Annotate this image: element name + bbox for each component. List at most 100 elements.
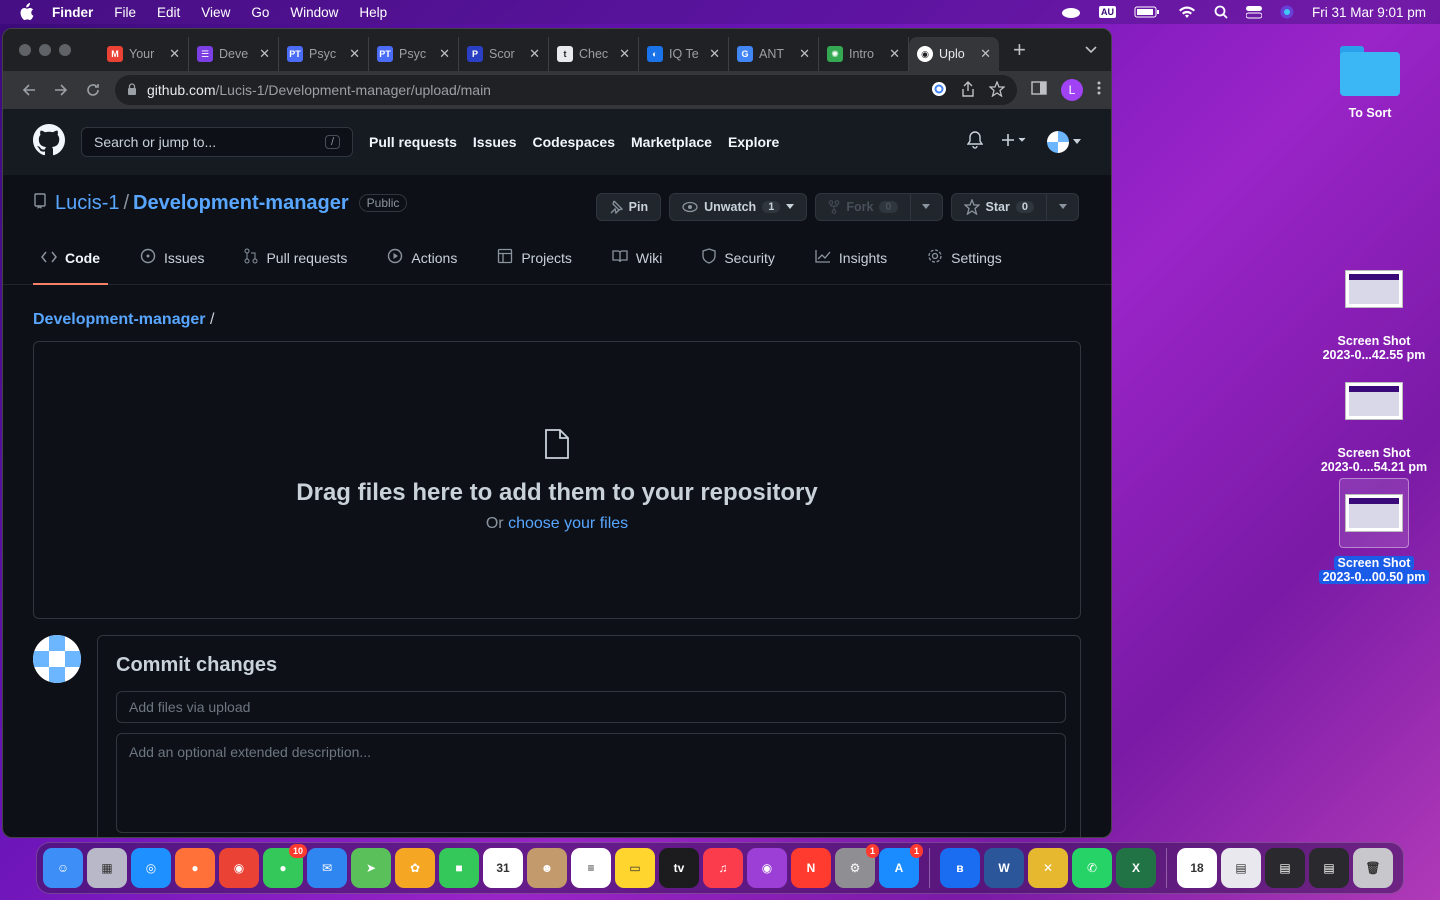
dock-trash-icon[interactable]: 🗑	[1353, 848, 1393, 888]
tab-close-icon[interactable]: ✕	[439, 46, 450, 62]
dock-app-store-icon[interactable]: A1	[879, 844, 923, 888]
unwatch-button[interactable]: Unwatch 1	[669, 193, 808, 221]
siri-icon[interactable]	[1280, 5, 1294, 19]
dock-launchpad-icon[interactable]: ▦	[87, 848, 127, 888]
tab-close-icon[interactable]: ✕	[980, 46, 991, 62]
nav-issues[interactable]: Issues	[473, 134, 517, 150]
menu-go[interactable]: Go	[251, 5, 269, 20]
repo-tab-projects[interactable]: Projects	[489, 231, 580, 284]
control-center-icon[interactable]	[1245, 5, 1262, 19]
browser-tab[interactable]: M Your ✕	[99, 37, 189, 71]
commit-description-textarea[interactable]: Add an optional extended description...	[116, 733, 1066, 833]
file-dropzone[interactable]: Drag files here to add them to your repo…	[33, 341, 1081, 619]
user-menu[interactable]	[1047, 131, 1081, 153]
dock-music-icon[interactable]: ♫	[703, 848, 743, 888]
share-icon[interactable]	[961, 80, 975, 100]
repo-tab-code[interactable]: Code	[33, 231, 108, 285]
nav-codespaces[interactable]: Codespaces	[533, 134, 615, 150]
dock-utility-icon[interactable]: ✕	[1028, 848, 1068, 888]
forward-arrow-icon[interactable]	[45, 83, 77, 97]
browser-tab[interactable]: PT Psyc ✕	[279, 37, 369, 71]
github-search-input[interactable]: Search or jump to... /	[81, 127, 353, 157]
dock-finder-icon[interactable]: ☺	[43, 848, 83, 888]
google-lens-icon[interactable]	[931, 81, 947, 100]
create-new-plus-icon[interactable]	[1001, 133, 1029, 152]
dock-stack-3-icon[interactable]: ▤	[1309, 848, 1349, 888]
fork-button[interactable]: Fork 0	[815, 193, 943, 221]
star-dropdown-caret-icon[interactable]	[1046, 194, 1078, 220]
side-panel-icon[interactable]	[1031, 80, 1047, 100]
nav-marketplace[interactable]: Marketplace	[631, 134, 712, 150]
user-avatar[interactable]	[1047, 131, 1069, 153]
dock-whatsapp-icon[interactable]: ✆	[1072, 848, 1112, 888]
dock-calendar-doc-icon[interactable]: 18	[1177, 848, 1217, 888]
menu-view[interactable]: View	[201, 5, 230, 20]
apple-icon[interactable]	[18, 3, 36, 21]
browser-tab[interactable]: ☰ Deve ✕	[189, 37, 279, 71]
browser-tab[interactable]: ◉ Uplo ✕	[909, 37, 999, 71]
menu-clock[interactable]: Fri 31 Mar 9:01 pm	[1312, 5, 1426, 20]
dock-maps-icon[interactable]: ➤	[351, 848, 391, 888]
repo-owner-link[interactable]: Lucis-1	[55, 192, 119, 215]
dock-messages-icon[interactable]: ● 10	[263, 844, 307, 888]
profile-avatar[interactable]: L	[1061, 79, 1083, 101]
input-source-indicator[interactable]: AU	[1098, 6, 1116, 18]
menu-help[interactable]: Help	[359, 5, 387, 20]
desktop-folder-to-sort[interactable]: To Sort	[1305, 46, 1435, 120]
tab-search-chevron-icon[interactable]	[1085, 41, 1097, 59]
repo-tab-actions[interactable]: Actions	[379, 231, 465, 284]
tab-close-icon[interactable]: ✕	[799, 46, 810, 62]
dock-facetime-icon[interactable]: ■	[439, 848, 479, 888]
dock-podcasts-icon[interactable]: ◉	[747, 848, 787, 888]
browser-menu-icon[interactable]	[1097, 81, 1101, 100]
dock-chrome-icon[interactable]: ◉	[219, 848, 259, 888]
tab-close-icon[interactable]: ✕	[529, 46, 540, 62]
repo-tab-issues[interactable]: Issues	[132, 231, 212, 284]
star-button[interactable]: Star 0	[950, 193, 1079, 221]
browser-tab[interactable]: t Chec ✕	[549, 37, 639, 71]
address-bar[interactable]: github.com/Lucis-1/Development-manager/u…	[115, 75, 1017, 105]
wifi-icon[interactable]	[1178, 6, 1196, 19]
dock-news-icon[interactable]: N	[791, 848, 831, 888]
tab-close-icon[interactable]: ✕	[259, 46, 270, 62]
repo-name-link[interactable]: Development-manager	[133, 192, 349, 215]
bookmark-star-icon[interactable]	[988, 79, 1006, 100]
notifications-bell-icon[interactable]	[966, 130, 984, 154]
dock-contacts-icon[interactable]: ☻	[527, 848, 567, 888]
dock-stack-1-icon[interactable]: ▤	[1221, 848, 1261, 888]
dock-system-preferences-icon[interactable]: ⚙ 1	[835, 844, 879, 888]
browser-tab[interactable]: ✺ Intro ✕	[819, 37, 909, 71]
menu-app-name[interactable]: Finder	[52, 5, 93, 20]
dock-tv-icon[interactable]: tv	[659, 848, 699, 888]
lock-icon[interactable]	[127, 82, 137, 98]
spotlight-icon[interactable]	[1214, 5, 1228, 19]
repo-tab-wiki[interactable]: Wiki	[604, 231, 670, 284]
repo-tab-pull-requests[interactable]: Pull requests	[236, 231, 355, 284]
pin-button[interactable]: Pin	[595, 193, 662, 221]
zoom-window-button[interactable]	[59, 44, 71, 56]
tab-close-icon[interactable]: ✕	[169, 46, 180, 62]
back-arrow-icon[interactable]	[13, 83, 45, 97]
browser-tab[interactable]: PT Psyc ✕	[369, 37, 459, 71]
nav-pull-requests[interactable]: Pull requests	[369, 134, 457, 150]
browser-tab[interactable]: ◐ IQ Te ✕	[639, 37, 729, 71]
dock-firefox-icon[interactable]: ●	[175, 848, 215, 888]
browser-tab[interactable]: P Scor ✕	[459, 37, 549, 71]
browser-tab[interactable]: G ANT ✕	[729, 37, 819, 71]
minimize-window-button[interactable]	[39, 44, 51, 56]
menu-edit[interactable]: Edit	[157, 5, 180, 20]
fork-dropdown-caret-icon[interactable]	[909, 194, 942, 220]
dock-stack-2-icon[interactable]: ▤	[1265, 848, 1305, 888]
desktop-screenshot-1[interactable]: Screen Shot 2023-0...42.55 pm	[1309, 270, 1439, 362]
desktop-screenshot-3[interactable]: Screen Shot 2023-0...00.50 pm	[1309, 478, 1439, 584]
desktop-screenshot-2[interactable]: Screen Shot 2023-0....54.21 pm	[1309, 382, 1439, 474]
menu-window[interactable]: Window	[290, 5, 338, 20]
battery-icon[interactable]	[1134, 6, 1160, 18]
menu-file[interactable]: File	[114, 5, 136, 20]
nav-explore[interactable]: Explore	[728, 134, 779, 150]
dock-bluetooth-icon[interactable]: ʙ	[940, 848, 980, 888]
tab-close-icon[interactable]: ✕	[349, 46, 360, 62]
close-window-button[interactable]	[19, 44, 31, 56]
dock-photos-icon[interactable]: ✿	[395, 848, 435, 888]
dock-mail-icon[interactable]: ✉	[307, 848, 347, 888]
